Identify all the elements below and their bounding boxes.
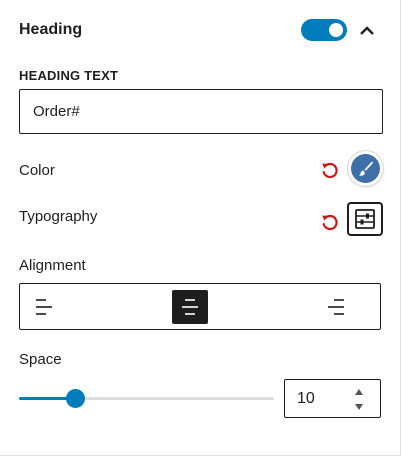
sliders-icon <box>355 209 375 229</box>
typography-reset-icon[interactable] <box>320 212 340 232</box>
brush-icon <box>358 161 374 176</box>
typography-settings-button[interactable] <box>347 202 383 236</box>
typography-label: Typography <box>19 208 98 225</box>
heading-text-input[interactable] <box>19 89 383 134</box>
panel-header: Heading <box>0 0 400 62</box>
alignment-toggle-group <box>19 283 381 330</box>
space-slider-thumb[interactable] <box>65 389 85 408</box>
space-label: Space <box>19 351 62 368</box>
alignment-label: Alignment <box>19 257 86 274</box>
collapse-button[interactable] <box>356 20 378 42</box>
align-left-icon <box>36 299 52 315</box>
space-value: 10 <box>297 390 315 407</box>
color-label: Color <box>19 162 55 179</box>
panel-title: Heading <box>19 21 83 38</box>
chevron-up-icon <box>360 26 374 35</box>
align-left-button[interactable] <box>26 290 62 324</box>
align-center-icon <box>182 299 198 315</box>
decrement-button[interactable] <box>352 400 366 414</box>
space-number-input[interactable]: 10 <box>284 379 381 418</box>
heading-toggle[interactable] <box>301 19 347 41</box>
toggle-knob <box>329 23 343 37</box>
heading-text-label: HEADING TEXT <box>19 68 119 83</box>
heading-settings-panel: Heading HEADING TEXT Color Typography <box>0 0 401 456</box>
color-picker-button[interactable] <box>348 151 383 186</box>
align-right-icon <box>328 299 344 315</box>
caret-up-icon <box>355 389 363 395</box>
caret-down-icon <box>355 404 363 410</box>
increment-button[interactable] <box>352 385 366 399</box>
align-center-button[interactable] <box>172 290 208 324</box>
color-reset-icon[interactable] <box>320 160 340 180</box>
align-right-button[interactable] <box>318 290 354 324</box>
